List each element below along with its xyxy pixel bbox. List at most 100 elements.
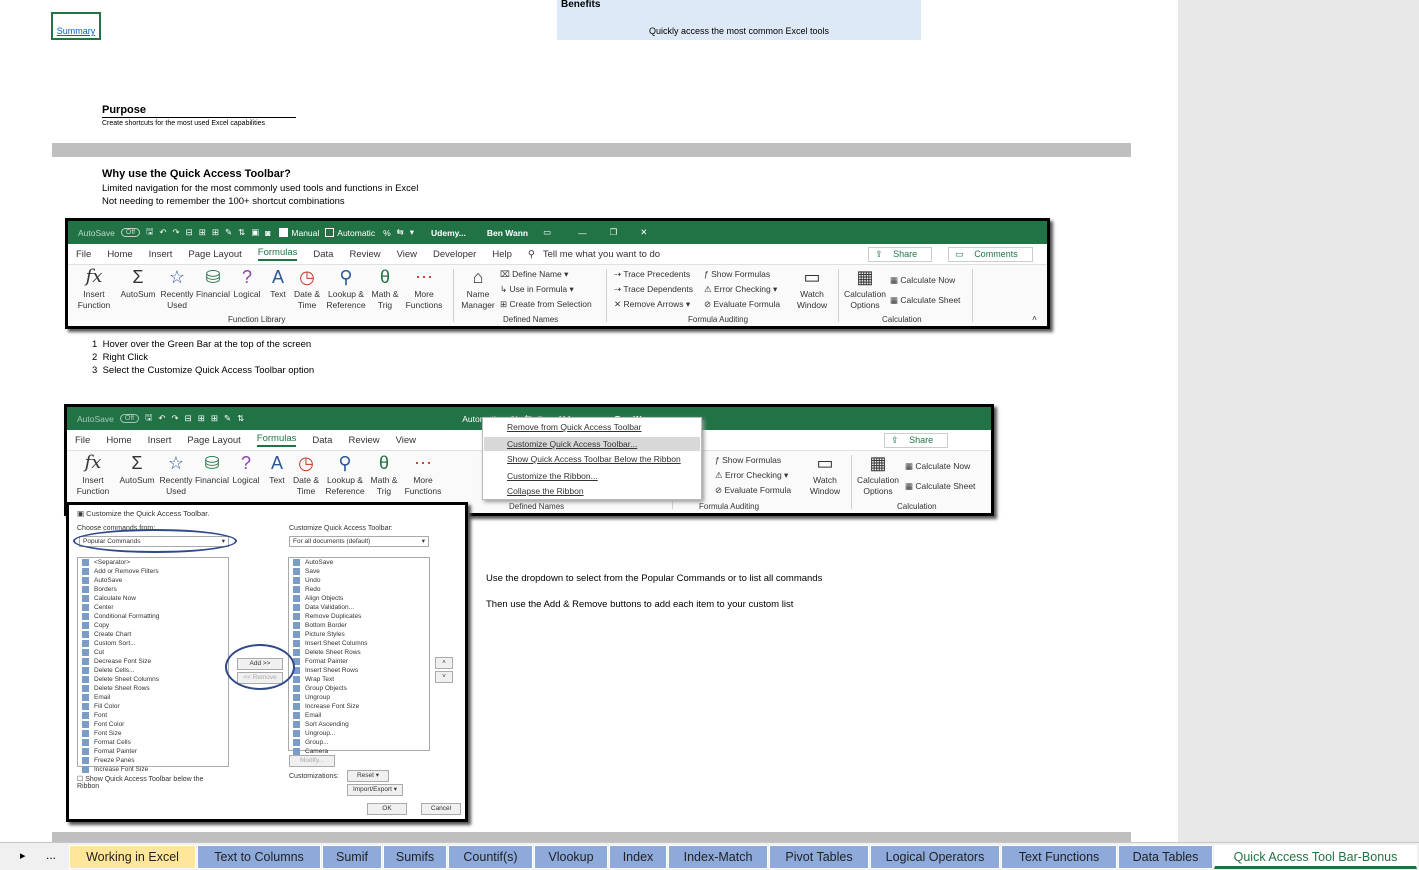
tab-view: View: [396, 248, 418, 260]
group-separator: [606, 269, 607, 322]
summary-link[interactable]: Summary: [51, 12, 101, 40]
sheet-tab-bar: ▸ ... Working in Excel Text to Columns S…: [0, 842, 1419, 870]
list-item: Email: [289, 711, 429, 720]
clock-icon: ◷: [298, 453, 314, 473]
sheet-tab-quick-access-toolbar-bonus[interactable]: Quick Access Tool Bar-Bonus: [1214, 845, 1417, 869]
group-icon: ▣: [251, 227, 260, 237]
evaluate-formula-button: ⊘ Evaluate Formula: [704, 299, 781, 309]
sheet-tab-vlookup[interactable]: Vlookup: [534, 845, 608, 869]
list-item: Delete Sheet Rows: [78, 684, 228, 693]
qat-commands-list: AutoSave Save Undo Redo Align Objects Data Va…: [288, 557, 430, 755]
list-item: Insert Sheet Columns: [289, 639, 429, 648]
sheet-tab-pivot-tables[interactable]: Pivot Tables: [769, 845, 869, 869]
sheet-tab-text-to-columns[interactable]: Text to Columns: [197, 845, 321, 869]
sheet-tab-index[interactable]: Index: [609, 845, 667, 869]
section-divider: [52, 832, 1131, 842]
brush-icon: ✎: [223, 413, 232, 423]
quick-access-toolbar: AutoSave Off 🖫 ↶ ↷ ⊟ ⊞ ⊞ ✎ ⇅ ▣ ◙ Manual …: [68, 221, 1047, 244]
group-defined-names: Defined Names: [509, 502, 565, 511]
sheet-tab-sumif[interactable]: Sumif: [322, 845, 382, 869]
date-time-button: ◷ Date & Time: [293, 453, 319, 496]
financial-button: ⛁ Financial: [194, 453, 230, 485]
list-item: Format Cells: [78, 738, 228, 747]
filter-icon: ⊞: [198, 227, 206, 237]
list-item: Group...: [289, 738, 429, 747]
move-up-button: ˄: [435, 657, 453, 669]
text-icon: A: [271, 267, 284, 287]
sheet-tab-working-in-excel[interactable]: Working in Excel: [69, 845, 196, 869]
filter-icon: ⊞: [197, 413, 205, 423]
dropdown-icon: ▾: [409, 227, 415, 237]
purpose-subtitle: Create shortcuts for the most used Excel…: [102, 120, 266, 127]
reset-button: Reset ▾: [347, 770, 389, 782]
tag-icon: ⌂: [472, 267, 484, 287]
sheet-tab-index-match[interactable]: Index-Match: [668, 845, 768, 869]
context-menu: Remove from Quick Access Toolbar Customi…: [482, 417, 702, 500]
manual-checkbox: Manual: [279, 228, 319, 238]
logical-button: ? Logical: [232, 453, 260, 485]
list-item: Align Objects: [289, 594, 429, 603]
remove-arrows-button: ✕ Remove Arrows ▾: [614, 299, 691, 309]
calculator-icon: ▦: [869, 453, 887, 473]
customize-qat-label: Customize Quick Access Toolbar:: [289, 525, 393, 532]
tab-data: Data: [312, 434, 333, 446]
menu-item-show-below: Show Quick Access Toolbar Below the Ribb…: [507, 454, 681, 464]
evaluate-formula-button: ⊘ Evaluate Formula: [715, 485, 792, 495]
list-item: Increase Font Size: [78, 765, 228, 774]
commands-list: <Separator> Add or Remove Filters AutoSave…: [77, 557, 229, 773]
why-line: Limited navigation for the most commonly…: [102, 183, 419, 194]
sigma-icon: Σ: [132, 267, 144, 287]
list-item: Picture Styles: [289, 630, 429, 639]
undo-icon: ↶: [159, 227, 167, 237]
clock-icon: ◷: [299, 267, 315, 287]
text-icon: A: [270, 453, 283, 473]
define-name-button: ⌧ Define Name ▾: [500, 269, 569, 279]
list-item: Fill Color: [78, 702, 228, 711]
sheet-tab-countifs[interactable]: Countif(s): [448, 845, 533, 869]
ellipsis-icon: ⋯: [414, 453, 432, 473]
list-item: Font: [78, 711, 228, 720]
tab-review: Review: [348, 434, 380, 446]
list-item: AutoSave: [289, 558, 429, 567]
sheet-tab-text-functions[interactable]: Text Functions: [1001, 845, 1117, 869]
autosum-button: Σ AutoSum: [119, 453, 155, 485]
tab-file: File: [75, 434, 91, 446]
calculate-sheet-button: ▦ Calculate Sheet: [905, 481, 976, 491]
list-item: Bottom Border: [289, 621, 429, 630]
ribbon-body: fx Insert Function Σ AutoSum ☆ Recently Used …: [68, 264, 1047, 326]
show-formulas-button: ƒ Show Formulas: [704, 269, 771, 279]
theta-icon: θ: [378, 453, 389, 473]
grid-icon: ⊞: [210, 413, 218, 423]
tab-insert: Insert: [148, 248, 173, 260]
sheet-tab-sumifs[interactable]: Sumifs: [383, 845, 447, 869]
worksheet[interactable]: Summary Benefits Quickly access the most…: [0, 0, 1178, 842]
percent-icon: %: [383, 227, 391, 238]
list-item: Font Size: [78, 729, 228, 738]
tab-next-icon[interactable]: ▸: [20, 849, 26, 862]
gray-pane: [1178, 0, 1419, 842]
more-functions-button: ⋯ More Functions: [404, 453, 442, 496]
financial-button: ⛁ Financial: [195, 267, 231, 299]
text-button: A Text: [263, 453, 291, 486]
tab-data: Data: [313, 248, 334, 260]
sheet-tab-data-tables[interactable]: Data Tables: [1118, 845, 1213, 869]
share-button: ⇪ Share: [868, 246, 933, 262]
tab-help: Help: [492, 248, 512, 260]
section-divider: [52, 143, 1131, 157]
group-separator: [972, 269, 973, 322]
redo-icon: ↷: [172, 227, 180, 237]
save-icon: 🖫: [145, 411, 153, 422]
comments-button: ▭ Comments: [948, 246, 1033, 262]
list-item: Save: [289, 567, 429, 576]
import-export-button: Import/Export ▾: [347, 784, 403, 796]
autosave-toggle: Off: [119, 414, 140, 423]
tab-page-layout: Page Layout: [188, 248, 242, 260]
lookup-button: ⚲ Lookup & Reference: [326, 267, 366, 310]
tab-more-button[interactable]: ...: [46, 848, 56, 862]
calculation-options-button: ▦ Calculation Options: [856, 453, 900, 496]
tab-formulas: Formulas: [257, 247, 298, 261]
sheet-tab-logical-operators[interactable]: Logical Operators: [870, 845, 1000, 869]
fx-icon: fx: [85, 266, 103, 287]
collapse-ribbon-icon: ˄: [1032, 313, 1037, 323]
purpose-title: Purpose: [102, 104, 296, 118]
